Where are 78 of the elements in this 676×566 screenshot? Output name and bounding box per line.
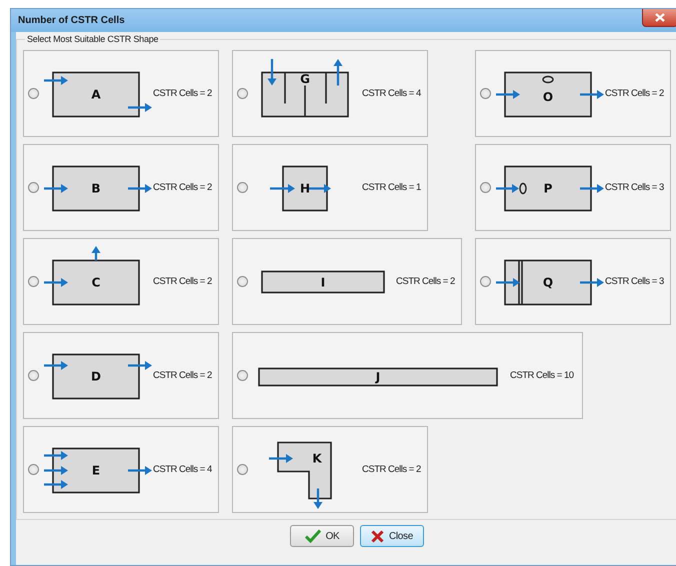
tank-letter: K	[312, 451, 322, 465]
radio-button[interactable]	[237, 276, 248, 287]
tank-letter: C	[92, 275, 100, 289]
tank-letter: J	[376, 370, 380, 384]
flow-arrow	[268, 58, 276, 85]
radio-button[interactable]	[28, 88, 39, 99]
flow-arrow	[92, 246, 100, 260]
checkmark-icon	[304, 529, 321, 543]
tank-letter: E	[92, 463, 100, 477]
close-icon	[655, 13, 665, 22]
group-label: Select Most Suitable CSTR Shape	[26, 34, 160, 44]
tank-letter: H	[300, 181, 310, 195]
flow-arrow	[496, 90, 520, 98]
flow-arrow	[128, 360, 152, 370]
flow-arrow	[44, 278, 68, 286]
radio-button[interactable]	[28, 370, 39, 381]
flow-arrow	[44, 360, 68, 370]
cell-count: CSTR Cells = 2	[605, 88, 664, 99]
radio-button[interactable]	[480, 88, 491, 99]
flow-arrow	[44, 76, 68, 84]
flow-arrow	[314, 488, 322, 508]
flow-arrow	[496, 184, 519, 192]
tank-letter: A	[91, 87, 101, 101]
cell-count: CSTR Cells = 2	[362, 464, 421, 475]
radio-button[interactable]	[480, 276, 491, 287]
radio-button[interactable]	[237, 370, 248, 381]
cell-count: CSTR Cells = 3	[605, 276, 664, 287]
tank-letter: I	[320, 275, 326, 289]
flow-arrow	[44, 450, 68, 460]
baffle-line	[284, 72, 286, 103]
baffle-line	[304, 85, 306, 116]
radio-button[interactable]	[28, 182, 39, 193]
flow-arrow	[580, 90, 604, 98]
flow-arrow	[128, 466, 152, 474]
baffle-line	[325, 72, 327, 103]
flow-arrow	[307, 184, 331, 192]
flow-arrow	[128, 102, 152, 112]
flow-arrow	[44, 466, 68, 474]
cell-count: CSTR Cells = 2	[153, 276, 212, 287]
flow-arrow	[270, 184, 295, 192]
flow-arrow	[269, 454, 293, 462]
tank-letter: O	[542, 90, 554, 104]
flow-arrow	[44, 480, 68, 488]
tank-letter: P	[544, 181, 552, 195]
radio-button[interactable]	[237, 464, 248, 475]
cell-count: CSTR Cells = 10	[510, 370, 574, 381]
port-icon	[519, 182, 527, 194]
radio-button[interactable]	[237, 182, 248, 193]
cell-count: CSTR Cells = 2	[396, 276, 455, 287]
radio-button[interactable]	[480, 182, 491, 193]
flow-arrow	[580, 184, 604, 192]
cell-count: CSTR Cells = 2	[153, 370, 212, 381]
ok-button[interactable]: OK	[290, 525, 354, 547]
cell-count: CSTR Cells = 4	[362, 88, 421, 99]
cell-count: CSTR Cells = 2	[153, 88, 212, 99]
flow-arrow	[44, 184, 68, 192]
close-icon	[370, 530, 384, 542]
tank-shape	[277, 441, 332, 499]
flow-arrow	[580, 278, 604, 286]
cell-count: CSTR Cells = 1	[362, 182, 421, 193]
radio-button[interactable]	[237, 88, 248, 99]
radio-button[interactable]	[28, 276, 39, 287]
cell-count: CSTR Cells = 4	[153, 464, 212, 475]
cell-count: CSTR Cells = 3	[605, 182, 664, 193]
tank-letter: G	[300, 72, 310, 86]
window-title: Number of CSTR Cells	[18, 15, 125, 26]
tank-letter: Q	[542, 275, 554, 289]
tank-letter: B	[91, 181, 101, 195]
flow-arrow	[334, 58, 342, 85]
flow-arrow	[496, 278, 520, 286]
radio-button[interactable]	[28, 464, 39, 475]
close-button[interactable]	[642, 9, 676, 27]
port-icon	[542, 75, 554, 83]
tank-shape	[282, 165, 328, 211]
flow-arrow	[128, 184, 152, 192]
cell-count: CSTR Cells = 2	[153, 182, 212, 193]
close-button[interactable]: Close	[360, 525, 424, 547]
tank-letter: D	[91, 369, 101, 383]
